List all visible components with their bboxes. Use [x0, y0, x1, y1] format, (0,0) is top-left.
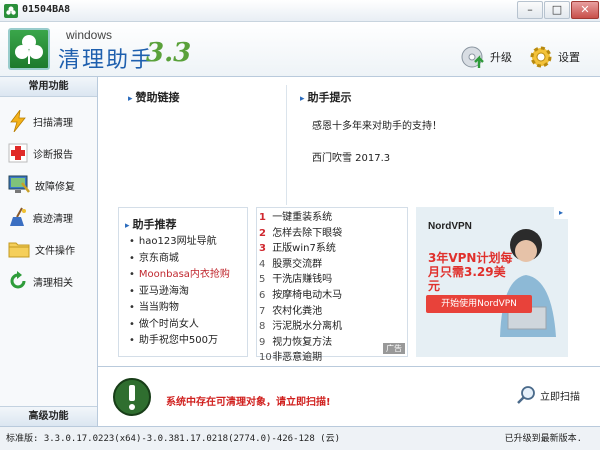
recommend-list: hao123网址导航 京东商城 Moonbasa内衣抢购 亚马逊海淘 当当购物 … [129, 234, 230, 350]
close-button[interactable]: ✕ [571, 1, 599, 19]
list-item[interactable]: 5 干洗店赚钱吗 [259, 272, 342, 288]
main-panel: 赞助链接 助手提示 感恩十多年来对助手的支持！ 西门吹雪 2017.3 助手推荐… [98, 76, 600, 366]
sidebar-item-label: 故障修复 [35, 181, 75, 193]
update-status: 已升级到最新版本. [504, 434, 582, 444]
brand-version: 3.3 [146, 38, 192, 68]
refresh-icon [10, 271, 26, 289]
broom-icon [10, 207, 26, 226]
tips-message: 感恩十多年来对助手的支持！ [312, 121, 442, 132]
sidebar-title: 常用功能 [0, 77, 97, 97]
tips-title: 助手提示 [300, 89, 352, 105]
upgrade-label: 升级 [490, 51, 512, 64]
list-item[interactable]: 7 农村化粪池 [259, 304, 342, 320]
sidebar-item-label: 诊断报告 [33, 149, 73, 161]
maximize-button[interactable]: □ [544, 1, 570, 19]
list-item[interactable]: 10 非恶意逾期 [259, 350, 342, 366]
status-area: 系统中存在可清理对象，请立即扫描! 立即扫描 [98, 366, 600, 426]
sidebar-item-report[interactable]: 诊断报告 [8, 139, 73, 167]
sidebar-item-label: 清理相关 [33, 277, 73, 289]
ad-cta-button[interactable]: 开始使用NordVPN [426, 295, 532, 313]
recommend-link[interactable]: hao123网址导航 [129, 234, 230, 251]
red-cross-icon [8, 143, 28, 163]
ad-logo: NordVPN [428, 221, 472, 232]
alert-icon [113, 378, 151, 416]
sidebar-item-label: 痕迹清理 [33, 213, 73, 225]
list-item[interactable]: 8 污泥脱水分离机 [259, 319, 342, 335]
gear-icon [530, 46, 552, 68]
sidebar-item-related[interactable]: 清理相关 [8, 267, 73, 295]
recommend-link[interactable]: 亚马逊海淘 [129, 284, 230, 301]
folder-icon [8, 242, 30, 258]
ad-headline: 3年VPN计划每月只需3.29美元 [428, 251, 513, 293]
recommend-link[interactable]: Moonbasa内衣抢购 [129, 267, 230, 284]
upgrade-button[interactable]: 升级 [460, 42, 512, 72]
recommend-link[interactable]: 当当购物 [129, 300, 230, 317]
brand-english: windows [66, 28, 113, 42]
sidebar-item-label: 文件操作 [35, 245, 75, 257]
settings-label: 设置 [558, 51, 580, 64]
section-divider [286, 85, 287, 205]
sidebar-item-scan[interactable]: 扫描清理 [8, 107, 73, 135]
recommend-title: 助手推荐 [125, 216, 177, 232]
status-bar: 标准版: 3.3.0.17.0223(x64)-3.0.381.17.0218(… [0, 426, 600, 450]
monitor-repair-icon [8, 175, 30, 193]
window-title: 01504BA8 [22, 4, 71, 15]
banner-ad[interactable]: ▸ NordVPN 3年VPN计划每月只需3.29美元 开始使用NordVPN [416, 207, 568, 357]
list-item[interactable]: 2 怎样去除下眼袋 [259, 226, 342, 242]
list-item[interactable]: 1 一键重装系统 [259, 210, 342, 226]
status-message: 系统中存在可清理对象，请立即扫描! [166, 397, 331, 408]
app-header: windows 清理助手 3.3 升级 设置 [0, 22, 600, 76]
scan-now-label: 立即扫描 [540, 391, 580, 403]
ad-tag: 广告 [383, 343, 405, 354]
ad-choices-icon[interactable]: ▸ [554, 207, 568, 219]
settings-button[interactable]: 设置 [528, 42, 580, 72]
sidebar-item-files[interactable]: 文件操作 [8, 235, 75, 263]
magnifier-icon [517, 386, 535, 404]
brand-name: 清理助手 [58, 48, 155, 73]
sidebar: 常用功能 扫描清理 诊断报告 故障修复 痕迹清理 文件操作 清理相关 高级功能 [0, 76, 98, 426]
recommend-link[interactable]: 做个时尚女人 [129, 317, 230, 334]
sidebar-advanced-title[interactable]: 高级功能 [0, 406, 97, 426]
tips-signature: 西门吹雪 2017.3 [312, 153, 391, 164]
app-icon [4, 4, 18, 18]
minimize-button[interactable]: – [517, 1, 543, 19]
recommend-panel: 助手推荐 hao123网址导航 京东商城 Moonbasa内衣抢购 亚马逊海淘 … [118, 207, 248, 357]
list-item[interactable]: 4 股票交流群 [259, 257, 342, 273]
list-item[interactable]: 9 视力恢复方法 [259, 335, 342, 351]
list-item[interactable]: 3 正版win7系统 [259, 241, 342, 257]
scan-now-button[interactable]: 立即扫描 [516, 385, 580, 405]
ranked-ad-list: 1 一键重装系统 2 怎样去除下眼袋 3 正版win7系统 4 股票交流群 5 … [256, 207, 408, 363]
sidebar-item-label: 扫描清理 [33, 117, 73, 129]
version-info: 标准版: 3.3.0.17.0223(x64)-3.0.381.17.0218(… [6, 434, 341, 444]
sponsor-links-title: 赞助链接 [128, 89, 180, 105]
list-item[interactable]: 6 按摩椅电动木马 [259, 288, 342, 304]
sidebar-item-repair[interactable]: 故障修复 [8, 171, 75, 199]
clover-logo-icon [8, 28, 50, 70]
recommend-link[interactable]: 京东商城 [129, 251, 230, 268]
recommend-link[interactable]: 助手祝您中500万 [129, 333, 230, 350]
lightning-icon [10, 110, 26, 132]
upgrade-disc-icon [461, 46, 484, 68]
sidebar-item-traces[interactable]: 痕迹清理 [8, 203, 73, 231]
title-bar: 01504BA8 – □ ✕ [0, 0, 600, 22]
